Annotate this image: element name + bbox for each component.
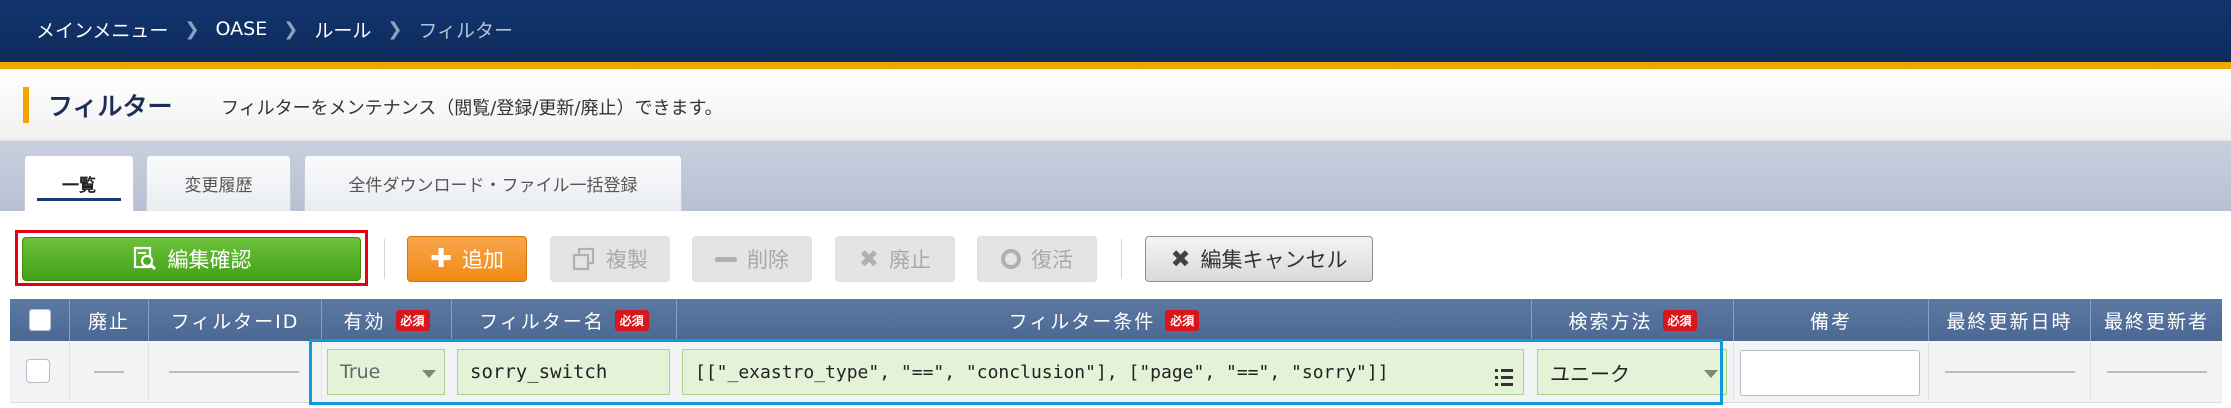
header-last-updated-at[interactable]: 最終更新日時 <box>1929 299 2091 341</box>
discard-label: 廃止 <box>889 248 932 272</box>
header-select-all <box>10 299 70 341</box>
duplicate-label: 複製 <box>606 248 648 272</box>
x-icon: ✖ <box>858 245 880 273</box>
header-filter-id[interactable]: フィルターID <box>149 299 322 341</box>
remarks-input[interactable] <box>1740 350 1920 396</box>
filter-id-empty-dash <box>169 371 299 373</box>
edit-cancel-button[interactable]: ✖ 編集キャンセル <box>1145 236 1373 282</box>
header-filter-condition[interactable]: フィルター条件 必須 <box>677 299 1532 341</box>
header-filter-name[interactable]: フィルター名 必須 <box>452 299 677 341</box>
delete-label: 削除 <box>747 248 789 272</box>
tab-history-label: 変更履歴 <box>184 176 253 196</box>
header-search-method-label: 検索方法 <box>1568 310 1653 333</box>
breadcrumb-filter: フィルター <box>418 19 514 42</box>
header-search-method[interactable]: 検索方法 必須 <box>1532 299 1734 341</box>
header-filter-name-label: フィルター名 <box>479 310 605 333</box>
editable-fields-highlight <box>309 339 1723 405</box>
cell-filter-id <box>149 341 322 403</box>
edit-confirm-label: 編集確認 <box>167 248 252 272</box>
x-icon: ✖ <box>1170 245 1191 273</box>
cell-last-updated-by <box>2091 341 2222 403</box>
restore-button[interactable]: 復活 <box>977 236 1097 282</box>
tab-active-indicator <box>37 198 121 201</box>
discard-empty-dash <box>94 371 124 373</box>
breadcrumb-main-menu[interactable]: メインメニュー <box>36 16 168 43</box>
grid-header: 廃止 フィルターID 有効 必須 フィルター名 必須 フィルター条件 必須 検索… <box>10 299 2222 341</box>
last-updated-by-empty-dash <box>2107 371 2207 373</box>
discard-button[interactable]: ✖ 廃止 <box>835 236 955 282</box>
breadcrumb: メインメニュー ❯ OASE ❯ ルール ❯ フィルター <box>36 14 513 44</box>
chevron-right-icon: ❯ <box>184 18 200 40</box>
cell-discard <box>70 341 149 403</box>
minus-icon <box>715 256 737 262</box>
copy-icon <box>572 247 595 271</box>
header-remarks[interactable]: 備考 <box>1734 299 1929 341</box>
duplicate-button[interactable]: 複製 <box>550 236 670 282</box>
tab-history[interactable]: 変更履歴 <box>146 155 291 211</box>
page-description: フィルターをメンテナンス（閲覧/登録/更新/廃止）できます。 <box>221 98 723 119</box>
toolbar-divider <box>1121 239 1122 279</box>
header-accent-stripe <box>0 62 2231 69</box>
header-last-updated-at-label: 最終更新日時 <box>1946 310 2073 333</box>
header-filter-id-label: フィルターID <box>170 310 300 333</box>
breadcrumb-rule[interactable]: ルール <box>314 16 371 43</box>
chevron-right-icon: ❯ <box>387 18 403 40</box>
header-filter-condition-label: フィルター条件 <box>1008 310 1156 333</box>
search-document-icon <box>133 246 156 271</box>
restore-label: 復活 <box>1031 248 1073 272</box>
row-checkbox[interactable] <box>26 359 50 383</box>
cell-select <box>10 341 70 403</box>
page-title: フィルター <box>48 92 173 121</box>
required-badge: 必須 <box>1165 309 1200 331</box>
required-badge: 必須 <box>1662 309 1697 331</box>
top-header: メインメニュー ❯ OASE ❯ ルール ❯ フィルター <box>0 0 2231 62</box>
add-button[interactable]: ✚ 追加 <box>407 236 527 282</box>
select-all-checkbox[interactable] <box>28 309 51 331</box>
chevron-right-icon: ❯ <box>283 18 299 40</box>
last-updated-at-empty-dash <box>1945 371 2075 373</box>
required-badge: 必須 <box>614 309 649 331</box>
cell-remarks <box>1734 341 1929 403</box>
tab-download-bulk-register[interactable]: 全件ダウンロード・ファイル一括登録 <box>304 155 682 211</box>
tab-list-label: 一覧 <box>62 176 96 196</box>
title-bar: フィルター フィルターをメンテナンス（閲覧/登録/更新/廃止）できます。 <box>0 69 2231 141</box>
breadcrumb-oase[interactable]: OASE <box>216 18 268 40</box>
tab-bar: 一覧 変更履歴 全件ダウンロード・ファイル一括登録 <box>0 141 2231 211</box>
required-badge: 必須 <box>395 309 430 331</box>
header-last-updated-by-label: 最終更新者 <box>2103 310 2209 333</box>
tab-list[interactable]: 一覧 <box>24 155 134 211</box>
toolbar-divider <box>384 239 385 279</box>
header-discard: 廃止 <box>70 299 149 341</box>
plus-icon: ✚ <box>430 244 452 274</box>
title-accent-bar <box>23 87 29 123</box>
header-enabled-label: 有効 <box>343 310 386 333</box>
circle-icon <box>1001 249 1021 269</box>
toolbar: 編集確認 ✚ 追加 複製 削除 ✖ 廃止 復活 ✖ 編集キャンセル <box>0 211 2231 297</box>
add-label: 追加 <box>461 248 504 272</box>
header-enabled[interactable]: 有効 必須 <box>322 299 452 341</box>
delete-button[interactable]: 削除 <box>692 236 812 282</box>
header-last-updated-by[interactable]: 最終更新者 <box>2091 299 2222 341</box>
edit-confirm-button[interactable]: 編集確認 <box>22 237 361 281</box>
header-remarks-label: 備考 <box>1809 310 1852 333</box>
edit-cancel-label: 編集キャンセル <box>1200 248 1348 272</box>
cell-last-updated-at <box>1929 341 2091 403</box>
header-discard-label: 廃止 <box>87 310 130 333</box>
tab-download-label: 全件ダウンロード・ファイル一括登録 <box>348 176 638 196</box>
